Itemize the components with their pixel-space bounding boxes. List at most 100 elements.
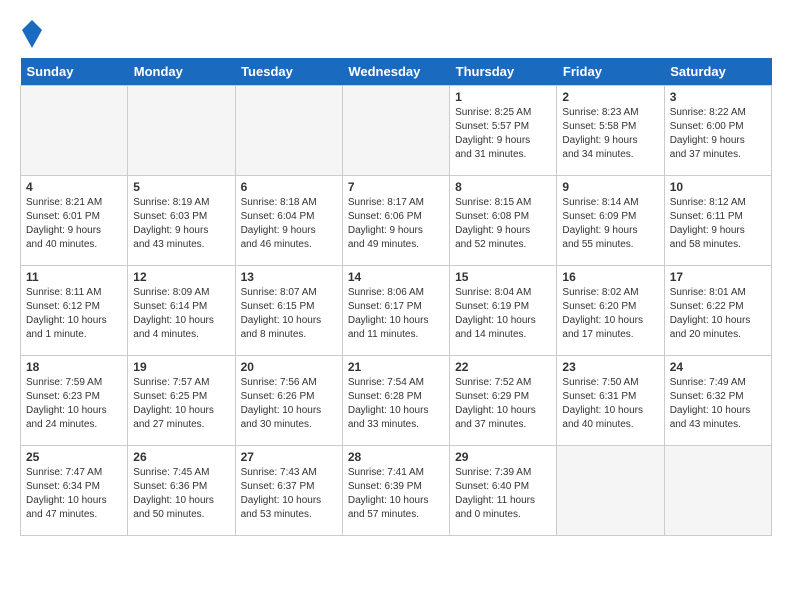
calendar-cell: 14Sunrise: 8:06 AM Sunset: 6:17 PM Dayli… <box>342 266 449 356</box>
calendar-cell: 28 Sunrise: 7:41 AM Sunset: 6:39 PM Dayli… <box>342 446 449 536</box>
calendar-cell: 29Sunrise: 7:39 AM Sunset: 6:40 PM Dayli… <box>450 446 557 536</box>
day-number: 8 <box>455 180 551 194</box>
cell-content: Sunrise: 7:59 AM Sunset: 6:23 PM Dayligh… <box>26 376 122 432</box>
calendar-cell: 9 Sunrise: 8:14 AM Sunset: 6:09 PM Daylig… <box>557 176 664 266</box>
logo-icon <box>22 20 42 48</box>
day-number: 26 <box>133 450 229 464</box>
calendar-cell: 13 Sunrise: 8:07 AM Sunset: 6:15 PM Dayli… <box>235 266 342 356</box>
calendar-cell: 1 Sunrise: 8:25 AM Sunset: 5:57 PM Daylig… <box>450 86 557 176</box>
cell-content: Sunrise: 8:18 AM Sunset: 6:04 PM Dayligh… <box>241 196 337 252</box>
calendar-cell: 25 Sunrise: 7:47 AM Sunset: 6:34 PM Dayli… <box>21 446 128 536</box>
calendar-cell: 6 Sunrise: 8:18 AM Sunset: 6:04 PM Daylig… <box>235 176 342 266</box>
day-number: 18 <box>26 360 122 374</box>
page-header <box>20 20 772 48</box>
day-number: 6 <box>241 180 337 194</box>
day-number: 11 <box>26 270 122 284</box>
day-number: 3 <box>670 90 766 104</box>
day-number: 20 <box>241 360 337 374</box>
calendar-cell: 21 Sunrise: 7:54 AM Sunset: 6:28 PM Dayli… <box>342 356 449 446</box>
calendar-cell: 12 Sunrise: 8:09 AM Sunset: 6:14 PM Dayli… <box>128 266 235 356</box>
day-number: 4 <box>26 180 122 194</box>
calendar-week-5: 25 Sunrise: 7:47 AM Sunset: 6:34 PM Dayli… <box>21 446 772 536</box>
cell-content: Sunrise: 8:04 AM Sunset: 6:19 PM Dayligh… <box>455 286 551 342</box>
calendar-cell: 7 Sunrise: 8:17 AM Sunset: 6:06 PM Daylig… <box>342 176 449 266</box>
calendar-cell: 5 Sunrise: 8:19 AM Sunset: 6:03 PM Daylig… <box>128 176 235 266</box>
calendar-cell: 20 Sunrise: 7:56 AM Sunset: 6:26 PM Dayli… <box>235 356 342 446</box>
cell-content: Sunrise: 8:19 AM Sunset: 6:03 PM Dayligh… <box>133 196 229 252</box>
cell-content: Sunrise: 8:14 AM Sunset: 6:09 PM Dayligh… <box>562 196 658 252</box>
cell-content: Sunrise: 7:54 AM Sunset: 6:28 PM Dayligh… <box>348 376 444 432</box>
calendar-cell <box>128 86 235 176</box>
cell-content: Sunrise: 8:09 AM Sunset: 6:14 PM Dayligh… <box>133 286 229 342</box>
cell-content: Sunrise: 7:52 AM Sunset: 6:29 PM Dayligh… <box>455 376 551 432</box>
cell-content: Sunrise: 7:41 AM Sunset: 6:39 PM Dayligh… <box>348 466 444 522</box>
cell-content: Sunrise: 8:22 AM Sunset: 6:00 PM Dayligh… <box>670 106 766 162</box>
cell-content: Sunrise: 8:02 AM Sunset: 6:20 PM Dayligh… <box>562 286 658 342</box>
cell-content: Sunrise: 7:45 AM Sunset: 6:36 PM Dayligh… <box>133 466 229 522</box>
calendar-cell: 16Sunrise: 8:02 AM Sunset: 6:20 PM Dayli… <box>557 266 664 356</box>
calendar-cell: 27 Sunrise: 7:43 AM Sunset: 6:37 PM Dayli… <box>235 446 342 536</box>
cell-content: Sunrise: 8:15 AM Sunset: 6:08 PM Dayligh… <box>455 196 551 252</box>
calendar-cell: 11 Sunrise: 8:11 AM Sunset: 6:12 PM Dayli… <box>21 266 128 356</box>
cell-content: Sunrise: 7:49 AM Sunset: 6:32 PM Dayligh… <box>670 376 766 432</box>
calendar-cell: 17 Sunrise: 8:01 AM Sunset: 6:22 PM Dayli… <box>664 266 771 356</box>
calendar-week-4: 18 Sunrise: 7:59 AM Sunset: 6:23 PM Dayli… <box>21 356 772 446</box>
day-number: 9 <box>562 180 658 194</box>
day-number: 17 <box>670 270 766 284</box>
column-header-thursday: Thursday <box>450 58 557 86</box>
day-number: 22 <box>455 360 551 374</box>
calendar-cell <box>664 446 771 536</box>
cell-content: Sunrise: 8:07 AM Sunset: 6:15 PM Dayligh… <box>241 286 337 342</box>
logo <box>20 20 46 48</box>
cell-content: Sunrise: 7:39 AM Sunset: 6:40 PM Dayligh… <box>455 466 551 522</box>
day-number: 5 <box>133 180 229 194</box>
day-number: 12 <box>133 270 229 284</box>
cell-content: Sunrise: 7:43 AM Sunset: 6:37 PM Dayligh… <box>241 466 337 522</box>
calendar-cell <box>342 86 449 176</box>
calendar-cell: 4 Sunrise: 8:21 AM Sunset: 6:01 PM Daylig… <box>21 176 128 266</box>
day-number: 28 <box>348 450 444 464</box>
calendar-cell: 15 Sunrise: 8:04 AM Sunset: 6:19 PM Dayli… <box>450 266 557 356</box>
calendar-cell: 23 Sunrise: 7:50 AM Sunset: 6:31 PM Dayli… <box>557 356 664 446</box>
calendar-table: SundayMondayTuesdayWednesdayThursdayFrid… <box>20 58 772 536</box>
day-number: 7 <box>348 180 444 194</box>
calendar-week-1: 1 Sunrise: 8:25 AM Sunset: 5:57 PM Daylig… <box>21 86 772 176</box>
day-number: 10 <box>670 180 766 194</box>
column-header-wednesday: Wednesday <box>342 58 449 86</box>
day-number: 27 <box>241 450 337 464</box>
calendar-cell: 18 Sunrise: 7:59 AM Sunset: 6:23 PM Dayli… <box>21 356 128 446</box>
cell-content: Sunrise: 7:56 AM Sunset: 6:26 PM Dayligh… <box>241 376 337 432</box>
calendar-header-row: SundayMondayTuesdayWednesdayThursdayFrid… <box>21 58 772 86</box>
cell-content: Sunrise: 7:47 AM Sunset: 6:34 PM Dayligh… <box>26 466 122 522</box>
cell-content: Sunrise: 8:11 AM Sunset: 6:12 PM Dayligh… <box>26 286 122 342</box>
cell-content: Sunrise: 8:21 AM Sunset: 6:01 PM Dayligh… <box>26 196 122 252</box>
cell-content: Sunrise: 7:50 AM Sunset: 6:31 PM Dayligh… <box>562 376 658 432</box>
cell-content: Sunrise: 8:23 AM Sunset: 5:58 PM Dayligh… <box>562 106 658 162</box>
calendar-week-3: 11 Sunrise: 8:11 AM Sunset: 6:12 PM Dayli… <box>21 266 772 356</box>
cell-content: Sunrise: 8:01 AM Sunset: 6:22 PM Dayligh… <box>670 286 766 342</box>
calendar-cell: 3 Sunrise: 8:22 AM Sunset: 6:00 PM Daylig… <box>664 86 771 176</box>
day-number: 15 <box>455 270 551 284</box>
calendar-cell: 8 Sunrise: 8:15 AM Sunset: 6:08 PM Daylig… <box>450 176 557 266</box>
day-number: 21 <box>348 360 444 374</box>
column-header-tuesday: Tuesday <box>235 58 342 86</box>
day-number: 13 <box>241 270 337 284</box>
cell-content: Sunrise: 8:25 AM Sunset: 5:57 PM Dayligh… <box>455 106 551 162</box>
calendar-cell: 22 Sunrise: 7:52 AM Sunset: 6:29 PM Dayli… <box>450 356 557 446</box>
calendar-cell <box>557 446 664 536</box>
cell-content: Sunrise: 8:17 AM Sunset: 6:06 PM Dayligh… <box>348 196 444 252</box>
day-number: 19 <box>133 360 229 374</box>
cell-content: Sunrise: 8:12 AM Sunset: 6:11 PM Dayligh… <box>670 196 766 252</box>
day-number: 1 <box>455 90 551 104</box>
calendar-cell <box>235 86 342 176</box>
cell-content: Sunrise: 7:57 AM Sunset: 6:25 PM Dayligh… <box>133 376 229 432</box>
column-header-sunday: Sunday <box>21 58 128 86</box>
day-number: 25 <box>26 450 122 464</box>
day-number: 14 <box>348 270 444 284</box>
calendar-cell: 26 Sunrise: 7:45 AM Sunset: 6:36 PM Dayli… <box>128 446 235 536</box>
column-header-monday: Monday <box>128 58 235 86</box>
calendar-cell: 10 Sunrise: 8:12 AM Sunset: 6:11 PM Dayli… <box>664 176 771 266</box>
calendar-cell: 24Sunrise: 7:49 AM Sunset: 6:32 PM Dayli… <box>664 356 771 446</box>
calendar-cell: 19 Sunrise: 7:57 AM Sunset: 6:25 PM Dayli… <box>128 356 235 446</box>
day-number: 23 <box>562 360 658 374</box>
